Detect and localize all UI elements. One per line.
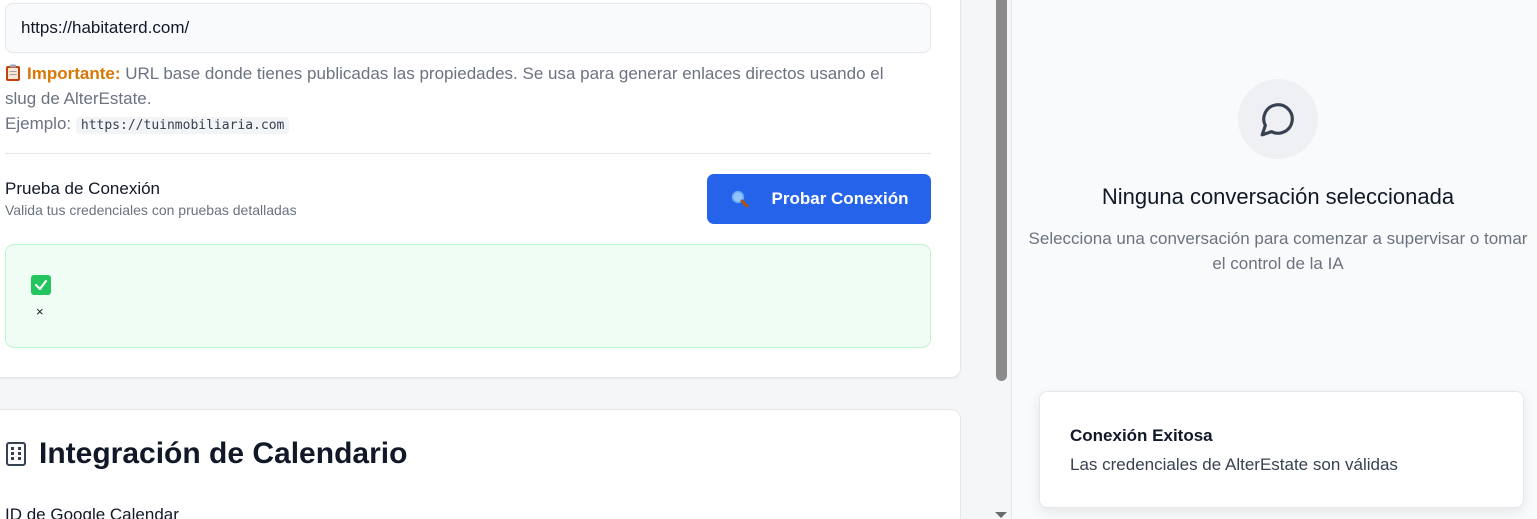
test-connection-button[interactable]: Probar Conexión (707, 174, 931, 224)
calendar-heading-text: Integración de Calendario (39, 437, 408, 470)
example-value: https://tuinmobiliaria.com (75, 117, 290, 134)
result-close-button[interactable]: × (36, 304, 44, 319)
building-icon (6, 442, 26, 466)
help-text: URL base donde tienes publicadas las pro… (5, 64, 884, 108)
scrollbar-thumb[interactable] (996, 0, 1007, 381)
calendar-heading: Integración de Calendario (5, 437, 407, 471)
success-toast[interactable]: Conexión Exitosa Las credenciales de Alt… (1039, 391, 1524, 508)
example-label: Ejemplo: (5, 114, 72, 133)
chat-bubble-icon (1260, 103, 1294, 137)
important-label: Importante: (27, 64, 121, 83)
google-calendar-id-label: ID de Google Calendar (5, 505, 179, 519)
section-divider (5, 153, 931, 154)
connection-test-title: Prueba de Conexión (5, 179, 161, 198)
clipboard-icon (6, 64, 20, 81)
base-url-help: Importante: URL base donde tienes public… (5, 61, 905, 138)
check-icon (31, 275, 51, 295)
toast-message: Las credenciales de AlterEstate son váli… (1070, 455, 1398, 474)
toast-title: Conexión Exitosa (1070, 426, 1213, 445)
connection-test-subtitle: Valida tus credenciales con pruebas deta… (5, 202, 297, 218)
chat-empty-icon-wrap (1238, 79, 1318, 159)
base-url-value: https://habitaterd.com/ (21, 18, 190, 37)
scroll-down-arrow[interactable] (995, 512, 1007, 518)
base-url-input[interactable]: https://habitaterd.com/ (5, 3, 931, 53)
search-icon (731, 190, 749, 208)
empty-state-subtitle: Selecciona una conversación para comenza… (1028, 229, 1528, 273)
settings-panel: https://habitaterd.com/ Importante: URL … (0, 0, 990, 519)
test-connection-label: Probar Conexión (771, 189, 909, 208)
empty-state-title: Ninguna conversación seleccionada (1101, 184, 1455, 209)
connection-result-box: × (5, 244, 931, 348)
